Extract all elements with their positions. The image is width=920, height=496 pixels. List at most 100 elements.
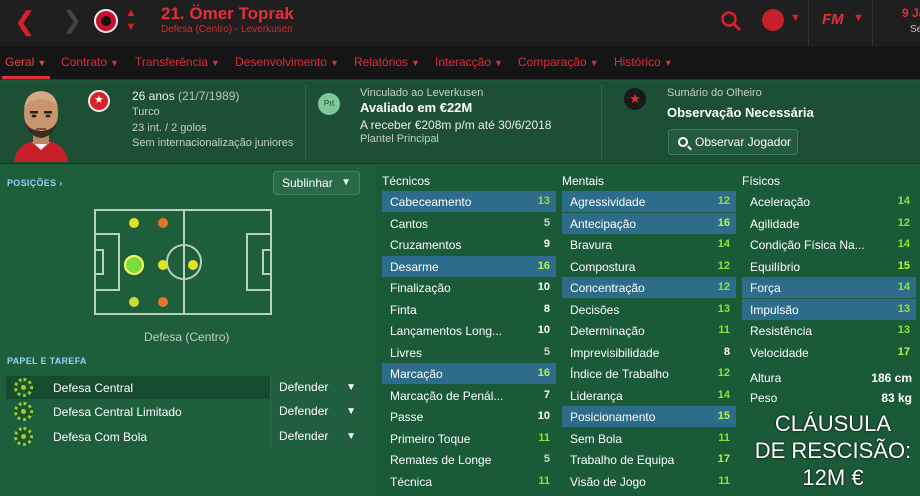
- overlay-line: CLÁUSULA: [774, 411, 892, 436]
- attribute-row[interactable]: Lançamentos Long... 10: [382, 320, 556, 341]
- forward-arrow-icon[interactable]: ❯: [62, 9, 82, 33]
- attribute-name: Trabalho de Equipa: [570, 453, 675, 467]
- nationality[interactable]: Turco: [132, 106, 160, 118]
- turkey-flag-icon[interactable]: [88, 90, 110, 112]
- attribute-value: 10: [537, 410, 550, 422]
- attribute-name: Índice de Trabalho: [570, 367, 669, 381]
- attribute-row[interactable]: Finalização 10: [382, 277, 556, 298]
- attribute-value: 11: [718, 324, 730, 336]
- height-label: Altura: [750, 371, 782, 385]
- position-dot-dr: [129, 297, 139, 307]
- attribute-row[interactable]: Cantos 5: [382, 213, 556, 234]
- attribute-value: 12: [717, 195, 730, 207]
- attribute-row[interactable]: Finta 8: [382, 299, 556, 320]
- role-row[interactable]: Defesa Central Limitado Defender ▼: [6, 400, 364, 423]
- attribute-row[interactable]: Sem Bola 11: [562, 428, 736, 449]
- attribute-name: Finta: [390, 302, 417, 317]
- attribute-name: Imprevisibilidade: [570, 345, 660, 360]
- player-age: 26 anos (21/7/1989): [132, 89, 239, 103]
- attribute-name: Livres: [390, 345, 423, 360]
- attribute-row[interactable]: Aceleração 14: [742, 191, 916, 212]
- back-arrow-icon[interactable]: ❮: [14, 8, 36, 34]
- attribute-row[interactable]: Trabalho de Equipa 17: [562, 449, 736, 470]
- position-dot-wbl: [158, 218, 168, 228]
- attribute-value: 15: [897, 259, 910, 272]
- attribute-row[interactable]: Decisões 13: [562, 299, 736, 320]
- attribute-row[interactable]: Determinação 11: [562, 320, 736, 341]
- attribute-row[interactable]: Bravura 14: [562, 234, 736, 255]
- attribute-row[interactable]: Antecipação 16: [562, 212, 736, 234]
- attribute-row[interactable]: Primeiro Toque 11: [382, 428, 556, 449]
- fm-logo-icon[interactable]: FM: [822, 11, 844, 28]
- globe-icon[interactable]: [762, 9, 784, 31]
- attribute-row[interactable]: Técnica 11: [382, 471, 556, 492]
- attribute-row[interactable]: Liderança 14: [562, 385, 736, 406]
- youth-caps: Sem internacionalização juniores: [132, 137, 294, 149]
- chevron-down-icon[interactable]: ▼: [790, 12, 801, 24]
- attribute-row[interactable]: Agilidade 12: [742, 213, 916, 234]
- attribute-row[interactable]: Marcação de Penál... 7: [382, 385, 556, 406]
- attribute-name: Primeiro Toque: [390, 431, 471, 446]
- attribute-name: Cruzamentos: [390, 238, 462, 252]
- club-crest-icon[interactable]: [94, 9, 118, 33]
- attribute-row[interactable]: Condição Física Na... 14: [742, 234, 916, 255]
- tab-geral[interactable]: Geral ▼: [5, 55, 46, 69]
- attribute-row[interactable]: Passe 10: [382, 406, 556, 427]
- attribute-name: Liderança: [570, 388, 623, 403]
- position-dot-dc-natural: [124, 255, 144, 275]
- attribute-name: Concentração: [570, 281, 645, 295]
- attribute-row[interactable]: Velocidade 17: [742, 342, 916, 363]
- attribute-row[interactable]: Livres 5: [382, 342, 556, 363]
- duty-dropdown[interactable]: Defender ▼: [270, 400, 364, 423]
- attribute-row[interactable]: Compostura 12: [562, 256, 736, 277]
- attribute-row[interactable]: Marcação 16: [382, 363, 556, 384]
- tab-interaccao[interactable]: Interacção ▼: [435, 55, 503, 69]
- highlight-dropdown[interactable]: Sublinhar ▼: [273, 171, 360, 195]
- pitch-diagram: [94, 209, 272, 315]
- chevron-down-icon: ▼: [210, 58, 220, 68]
- player-switch-arrows[interactable]: ▲ ▼: [124, 6, 138, 34]
- scout-player-button[interactable]: Observar Jogador: [668, 129, 798, 155]
- duty-dropdown[interactable]: Defender ▼: [270, 376, 364, 399]
- technical-title: Técnicos: [382, 174, 431, 188]
- tab-contrato[interactable]: Contrato ▼: [61, 55, 119, 69]
- attribute-value: 11: [538, 431, 550, 444]
- positions-label[interactable]: POSIÇÕES ›: [7, 178, 63, 188]
- tab-desenvolvimento[interactable]: Desenvolvimento ▼: [235, 55, 339, 69]
- attribute-row[interactable]: Equilíbrio 15: [742, 256, 916, 277]
- attribute-row[interactable]: Posicionamento 15: [562, 406, 736, 427]
- attribute-row[interactable]: Cabeceamento 13: [382, 191, 556, 212]
- player-role-club[interactable]: Defesa (Centro) - Leverkusen: [161, 24, 293, 35]
- tab-label: Geral: [5, 55, 35, 69]
- tab-relatorios[interactable]: Relatórios ▼: [354, 55, 420, 69]
- attribute-row[interactable]: Impulsão 13: [742, 298, 916, 320]
- search-icon[interactable]: [720, 10, 742, 32]
- attribute-value: 13: [897, 302, 910, 315]
- release-clause-overlay: CLÁUSULA DE RESCISÃO: 12M €: [746, 410, 920, 491]
- tab-transferencia[interactable]: Transferência ▼: [135, 55, 220, 69]
- date-display[interactable]: 9 Ja: [902, 6, 920, 20]
- attribute-name: Agilidade: [750, 216, 800, 231]
- duty-label: Defender: [279, 404, 329, 418]
- attribute-row[interactable]: Agressividade 12: [562, 191, 736, 212]
- attribute-row[interactable]: Concentração 12: [562, 277, 736, 298]
- attribute-name: Lançamentos Long...: [390, 324, 503, 338]
- attribute-name: Agressividade: [570, 195, 646, 209]
- tab-historico[interactable]: Histórico ▼: [614, 55, 673, 69]
- attribute-value: 12: [897, 216, 910, 229]
- attribute-row[interactable]: Imprevisibilidade 8: [562, 342, 736, 363]
- tab-label: Contrato: [61, 55, 108, 69]
- attribute-row[interactable]: Remates de Longe 5: [382, 449, 556, 470]
- attribute-row[interactable]: Índice de Trabalho 12: [562, 363, 736, 384]
- duty-dropdown[interactable]: Defender ▼: [270, 425, 364, 448]
- attribute-row[interactable]: Resistência 13: [742, 320, 916, 341]
- chevron-down-icon[interactable]: ▼: [853, 12, 864, 24]
- attribute-row[interactable]: Desarme 16: [382, 255, 556, 277]
- chevron-down-icon: ▼: [346, 431, 356, 442]
- role-row[interactable]: Defesa Com Bola Defender ▼: [6, 425, 364, 448]
- attribute-row[interactable]: Visão de Jogo 11: [562, 471, 736, 492]
- attribute-row[interactable]: Força 14: [742, 277, 916, 298]
- attribute-row[interactable]: Cruzamentos 9: [382, 234, 556, 255]
- role-row[interactable]: Defesa Central Defender ▼: [6, 376, 364, 399]
- tab-comparacao[interactable]: Comparação ▼: [518, 55, 599, 69]
